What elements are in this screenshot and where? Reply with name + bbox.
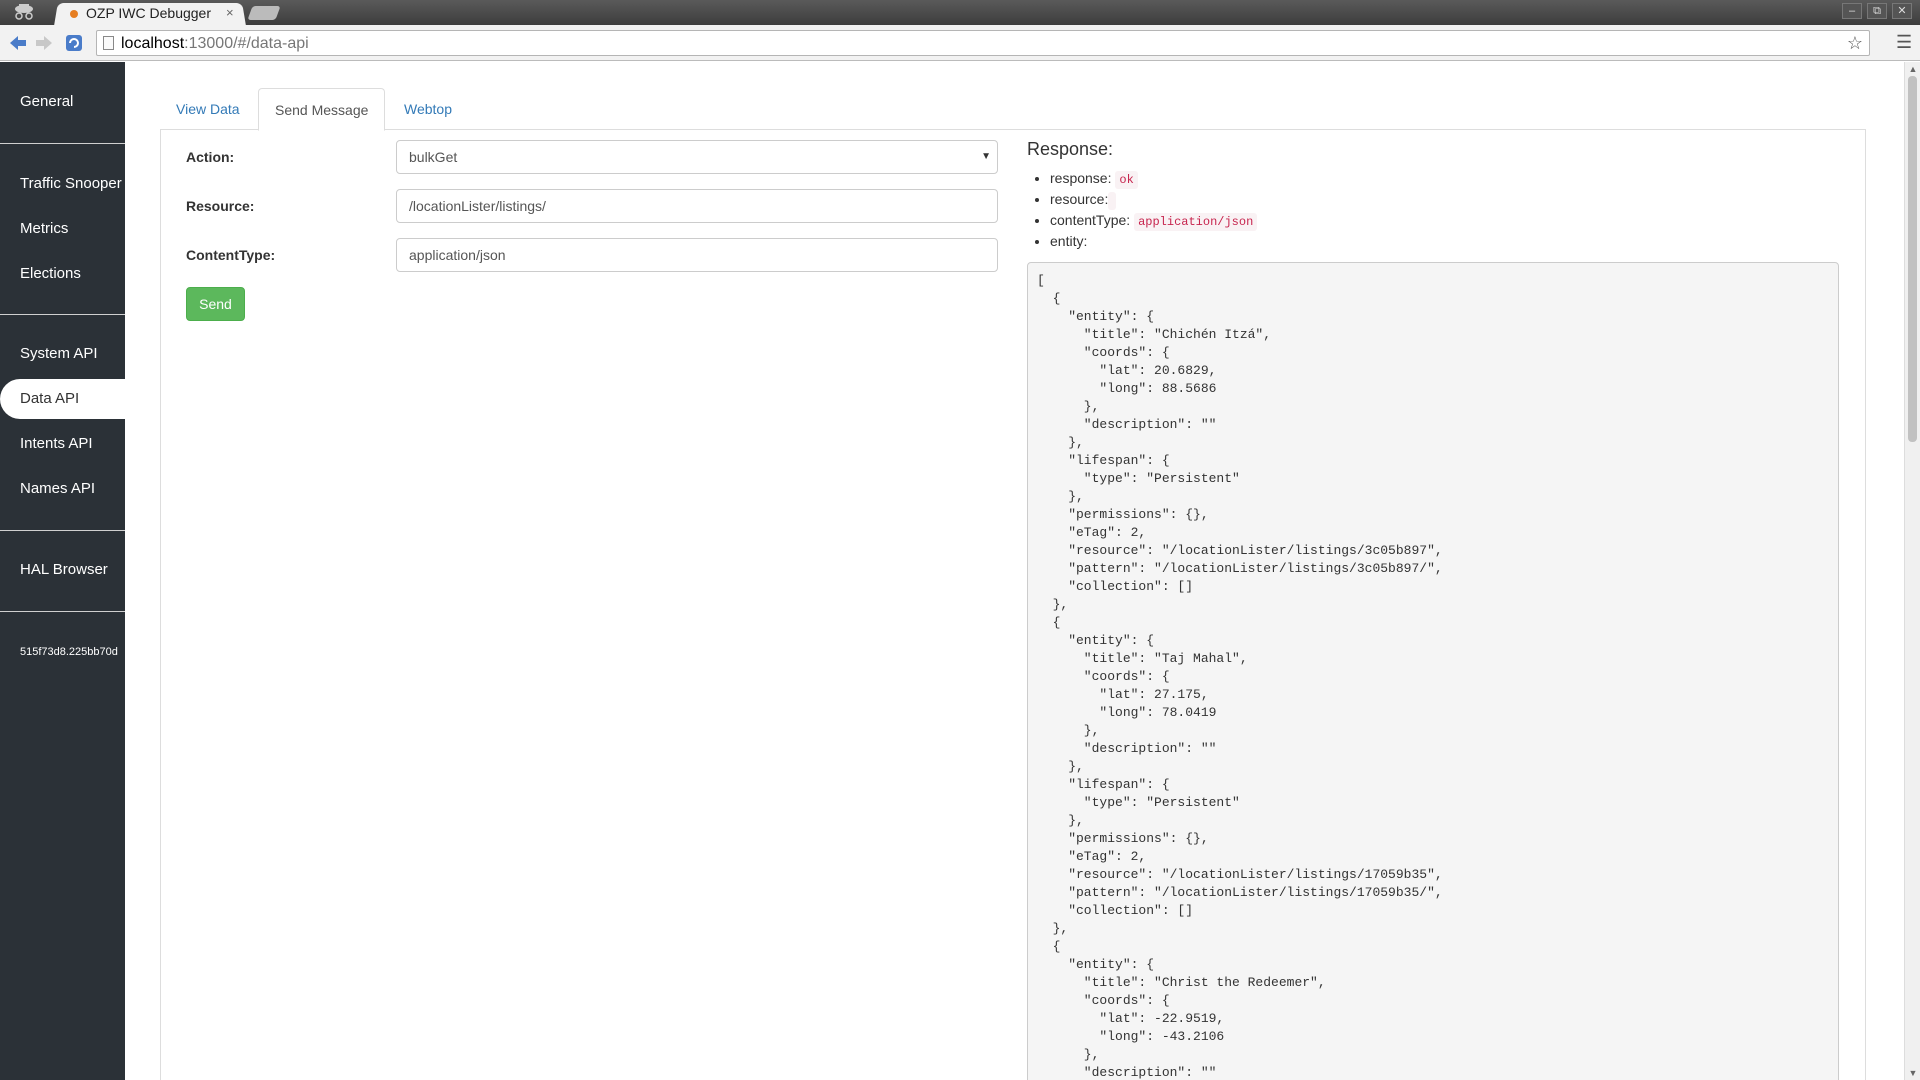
close-window-button[interactable]: ✕ bbox=[1892, 3, 1912, 19]
back-arrow-icon[interactable] bbox=[8, 33, 28, 53]
browser-tab-title: OZP IWC Debugger bbox=[86, 5, 212, 21]
browser-tab-label[interactable]: OZP IWC Debugger bbox=[70, 4, 240, 22]
response-content-type-value: application/json bbox=[1134, 213, 1258, 231]
sidebar-item-intents-api[interactable]: Intents API bbox=[0, 424, 125, 464]
scroll-up-icon[interactable]: ▲ bbox=[1907, 64, 1919, 74]
incognito-icon bbox=[6, 2, 42, 23]
response-body[interactable]: [ { "entity": { "title": "Chichén Itzá",… bbox=[1027, 262, 1839, 1080]
response-status-value: ok bbox=[1115, 171, 1138, 189]
list-item: response: ok bbox=[1050, 168, 1257, 189]
sidebar-item-system-api[interactable]: System API bbox=[0, 334, 125, 374]
response-title: Response: bbox=[1027, 139, 1114, 159]
sidebar-item-general[interactable]: General bbox=[0, 82, 125, 122]
browser-toolbar: localhost:13000/#/data-api ☆ ☰ bbox=[0, 25, 1920, 61]
sidebar-item-traffic-snooper[interactable]: Traffic Snooper bbox=[0, 164, 125, 204]
browser-titlebar: OZP IWC Debugger × – ⧉ ✕ bbox=[0, 0, 1920, 27]
tab-close-icon[interactable]: × bbox=[226, 4, 234, 22]
list-item: contentType: application/json bbox=[1050, 210, 1258, 231]
favicon-icon bbox=[70, 10, 78, 19]
sidebar-item-data-api[interactable]: Data API bbox=[0, 379, 125, 419]
list-item: entity: bbox=[1050, 231, 1257, 252]
url-text[interactable]: localhost:13000/#/data-api bbox=[121, 34, 309, 54]
response-resource-label: resource: bbox=[1050, 191, 1109, 207]
resource-input[interactable]: /locationLister/listings/ bbox=[396, 189, 998, 223]
scroll-down-icon[interactable]: ▼ bbox=[1907, 1068, 1919, 1078]
response-resource-value bbox=[1108, 192, 1117, 210]
sidebar-divider bbox=[0, 530, 125, 531]
new-tab-button[interactable] bbox=[247, 6, 281, 20]
url-host: localhost bbox=[121, 35, 185, 52]
restore-button[interactable]: ⧉ bbox=[1867, 3, 1887, 19]
content-type-input[interactable]: application/json bbox=[396, 238, 998, 272]
list-item: resource: bbox=[1050, 189, 1257, 210]
forward-arrow-icon[interactable] bbox=[34, 33, 54, 53]
sidebar-item-hal-browser[interactable]: HAL Browser bbox=[0, 550, 125, 590]
tab-webtop[interactable]: Webtop bbox=[388, 88, 468, 130]
hamburger-menu-icon[interactable]: ☰ bbox=[1896, 32, 1912, 52]
response-json: [ { "entity": { "title": "Chichén Itzá",… bbox=[1037, 273, 1443, 1080]
star-icon[interactable]: ☆ bbox=[1847, 33, 1863, 53]
url-path: :13000/#/data-api bbox=[184, 35, 309, 52]
resource-label: Resource: bbox=[186, 198, 255, 214]
sidebar-item-metrics[interactable]: Metrics bbox=[0, 209, 125, 249]
response-status-label: response: bbox=[1050, 170, 1112, 186]
send-button[interactable]: Send bbox=[186, 287, 245, 321]
sidebar-divider bbox=[0, 143, 125, 144]
api-tabs: View Data Send Message Webtop bbox=[160, 88, 1866, 131]
page-icon bbox=[103, 36, 114, 50]
response-fields: response: ok resource: contentType: appl… bbox=[1050, 168, 1258, 252]
tab-view-data[interactable]: View Data bbox=[160, 88, 256, 130]
dropdown-arrow-icon: ▼ bbox=[981, 151, 991, 162]
content-type-label: ContentType: bbox=[186, 247, 276, 263]
reload-icon[interactable] bbox=[64, 33, 84, 53]
sidebar-item-elections[interactable]: Elections bbox=[0, 254, 125, 294]
address-bar[interactable]: localhost:13000/#/data-api ☆ bbox=[96, 30, 1870, 56]
action-label: Action: bbox=[186, 149, 235, 165]
sidebar-divider bbox=[0, 314, 125, 315]
sidebar: General Traffic Snooper Metrics Election… bbox=[0, 62, 125, 1080]
action-select-value: bulkGet bbox=[409, 149, 458, 165]
action-select[interactable]: bulkGet ▼ bbox=[396, 140, 998, 174]
response-content-type-label: contentType: bbox=[1050, 212, 1131, 228]
page-scrollbar[interactable]: ▲ ▼ bbox=[1904, 62, 1920, 1080]
sidebar-item-names-api[interactable]: Names API bbox=[0, 469, 125, 509]
sidebar-divider bbox=[0, 611, 125, 612]
tab-send-message[interactable]: Send Message bbox=[258, 88, 386, 131]
response-entity-label: entity: bbox=[1050, 233, 1088, 249]
client-id: 515f73d8.225bb70d bbox=[20, 646, 118, 658]
minimize-button[interactable]: – bbox=[1842, 3, 1862, 19]
scroll-thumb[interactable] bbox=[1908, 76, 1917, 442]
